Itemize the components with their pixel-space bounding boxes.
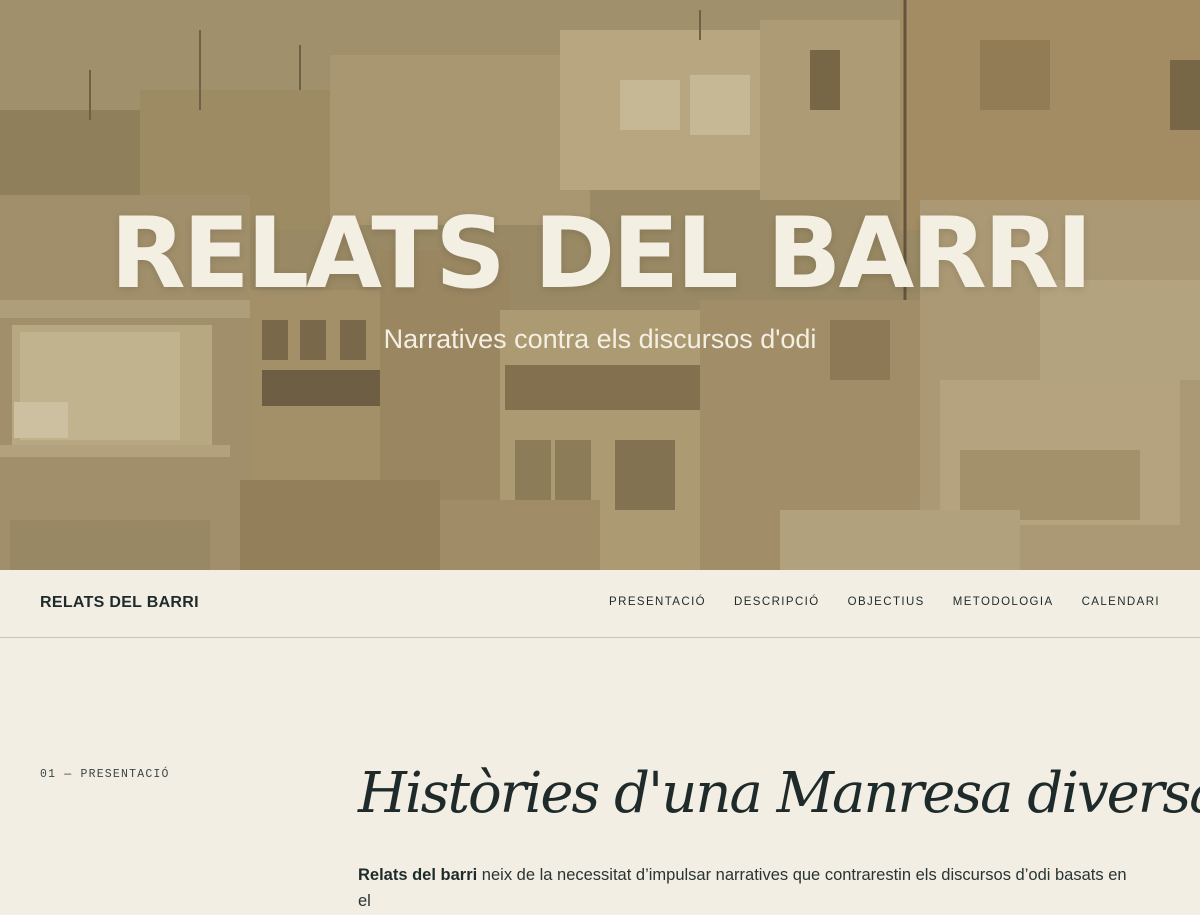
section-title: Històries d'una Manresa diversa: [358, 761, 1200, 826]
hero-subtitle: Narratives contra els discursos d'odi: [383, 324, 817, 354]
main-navigation: RELATS DEL BARRI PRESENTACIÓ DESCRIPCIÓ …: [0, 570, 1200, 638]
nav-link-calendari[interactable]: CALENDARI: [1082, 596, 1160, 608]
nav-link-objectius[interactable]: OBJECTIUS: [848, 596, 925, 608]
hero-banner: RELATS DEL BARRI Narratives contra els d…: [0, 0, 1200, 570]
nav-link-descripcio[interactable]: DESCRIPCIÓ: [734, 596, 820, 608]
brand-logo-link[interactable]: RELATS DEL BARRI: [40, 594, 199, 612]
section-label: 01 — PRESENTACIÓ: [40, 768, 170, 781]
nav-links: PRESENTACIÓ DESCRIPCIÓ OBJECTIUS METODOL…: [609, 596, 1160, 608]
hero-title: RELATS DEL BARRI: [110, 197, 1092, 311]
intro-paragraph: Relats del barri neix de la necessitat d…: [358, 862, 1138, 915]
intro-bold-text: Relats del barri: [358, 866, 478, 884]
nav-link-metodologia[interactable]: METODOLOGIA: [953, 596, 1054, 608]
nav-link-presentacio[interactable]: PRESENTACIÓ: [609, 596, 706, 608]
